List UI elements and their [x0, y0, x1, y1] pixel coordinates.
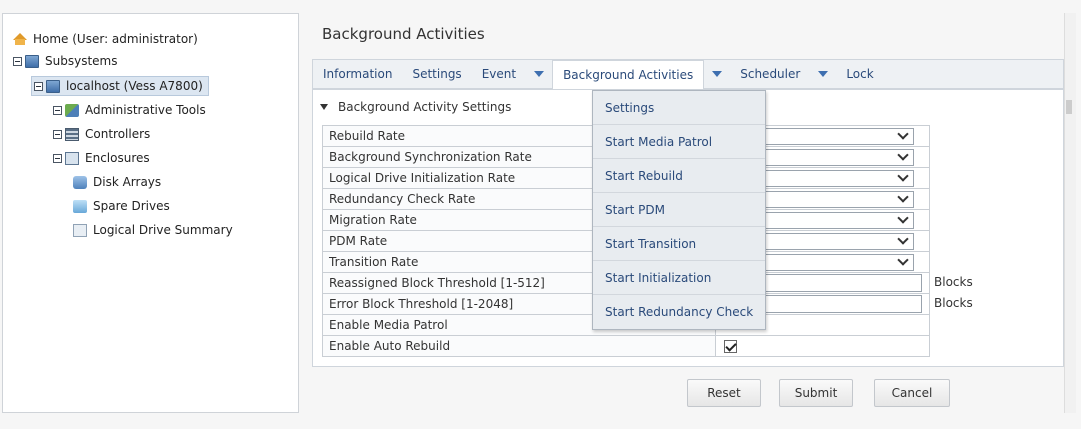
menu-item-start-rebuild[interactable]: Start Rebuild: [593, 159, 765, 193]
spare-drive-icon: [73, 199, 87, 213]
logical-drive-icon: [73, 223, 87, 237]
chevron-down-icon: [897, 170, 909, 182]
tab-bar: Information Settings Event Background Ac…: [312, 59, 1064, 90]
expand-icon[interactable]: [53, 105, 62, 115]
tree-item-localhost-label: localhost (Vess A7800): [66, 79, 203, 93]
tab-background-activities[interactable]: Background Activities: [552, 59, 705, 90]
scheduler-dropdown-icon[interactable]: [818, 71, 829, 77]
menu-item-settings[interactable]: Settings: [593, 91, 765, 125]
chevron-down-icon: [897, 191, 909, 203]
subsystem-icon: [25, 54, 39, 68]
controller-icon: [65, 127, 79, 141]
vertical-scrollbar[interactable]: [1064, 13, 1076, 413]
tab-scheduler[interactable]: Scheduler: [730, 60, 810, 88]
chevron-down-icon: [897, 128, 909, 140]
tree-item-spare-drives[interactable]: Spare Drives: [73, 196, 170, 216]
submit-button[interactable]: Submit: [779, 379, 853, 407]
disk-array-icon: [73, 175, 87, 189]
tools-icon: [65, 103, 79, 117]
tree-item-controllers[interactable]: Controllers: [53, 124, 150, 144]
cancel-button[interactable]: Cancel: [874, 379, 950, 407]
row-label: Enable Auto Rebuild: [322, 335, 716, 357]
enclosure-icon: [65, 151, 79, 165]
tree-item-home[interactable]: Home (User: administrator): [13, 29, 198, 49]
tab-settings[interactable]: Settings: [402, 60, 471, 88]
tree-item-enclosures[interactable]: Enclosures: [53, 148, 150, 168]
scrollbar-grip[interactable]: [1066, 100, 1072, 114]
tree-item-controllers-label: Controllers: [85, 127, 151, 141]
tree-item-spare-drives-label: Spare Drives: [93, 199, 170, 213]
tree-item-administrative-tools-label: Administrative Tools: [85, 103, 206, 117]
chevron-down-icon: [897, 212, 909, 224]
blocks-unit-label: Blocks: [934, 275, 973, 289]
chevron-down-icon: [897, 149, 909, 161]
tree-item-localhost[interactable]: localhost (Vess A7800): [31, 76, 209, 96]
tree-item-home-label: Home (User: administrator): [33, 32, 198, 46]
tree-item-disk-arrays-label: Disk Arrays: [93, 175, 162, 189]
navigation-tree: Home (User: administrator) Subsystems lo…: [2, 13, 299, 413]
chevron-down-icon: [897, 254, 909, 266]
tab-information[interactable]: Information: [313, 60, 402, 88]
menu-item-start-transition[interactable]: Start Transition: [593, 227, 765, 261]
collapse-icon[interactable]: [53, 153, 62, 163]
enable-auto-rebuild-checkbox[interactable]: [724, 339, 737, 353]
tab-lock[interactable]: Lock: [836, 60, 883, 88]
tree-item-logical-drive-summary-label: Logical Drive Summary: [93, 223, 233, 237]
menu-item-start-initialization[interactable]: Start Initialization: [593, 261, 765, 295]
collapse-triangle-icon[interactable]: [320, 104, 328, 110]
background-activities-dropdown-icon[interactable]: [712, 71, 723, 77]
menu-item-start-redundancy-check[interactable]: Start Redundancy Check: [593, 295, 765, 329]
section-title: Background Activity Settings: [338, 100, 512, 114]
blocks-unit-label: Blocks: [934, 296, 973, 310]
collapse-icon[interactable]: [34, 81, 43, 91]
menu-item-start-media-patrol[interactable]: Start Media Patrol: [593, 125, 765, 159]
tree-item-enclosures-label: Enclosures: [85, 151, 150, 165]
tree-item-subsystems[interactable]: Subsystems: [13, 51, 117, 71]
chevron-down-icon: [897, 233, 909, 245]
expand-icon[interactable]: [53, 129, 62, 139]
tree-item-administrative-tools[interactable]: Administrative Tools: [53, 100, 206, 120]
tree-item-logical-drive-summary[interactable]: Logical Drive Summary: [73, 220, 233, 240]
reset-button[interactable]: Reset: [687, 379, 761, 407]
tab-event[interactable]: Event: [472, 60, 526, 88]
section-header[interactable]: Background Activity Settings: [320, 100, 511, 114]
table-row: Enable Auto Rebuild: [322, 335, 930, 357]
tree-item-disk-arrays[interactable]: Disk Arrays: [73, 172, 161, 192]
page-title: Background Activities: [322, 25, 485, 43]
menu-item-start-pdm[interactable]: Start PDM: [593, 193, 765, 227]
subsystem-icon: [46, 79, 60, 93]
home-icon: [13, 32, 27, 45]
collapse-icon[interactable]: [13, 56, 22, 66]
event-dropdown-icon[interactable]: [534, 71, 545, 77]
tree-item-subsystems-label: Subsystems: [45, 54, 118, 68]
background-activities-menu: Settings Start Media Patrol Start Rebuil…: [592, 90, 766, 330]
